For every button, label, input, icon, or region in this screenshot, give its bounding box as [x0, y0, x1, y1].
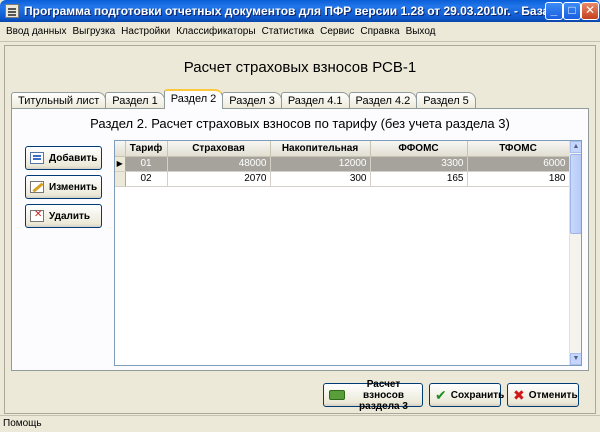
column-header-strakhovaya[interactable]: Страховая	[167, 141, 271, 157]
add-icon	[30, 152, 44, 164]
column-header-tfoms[interactable]: ТФОМС	[467, 141, 570, 157]
cell-nakopitelnaya[interactable]: 12000	[270, 156, 371, 172]
cell-tfoms[interactable]: 180	[467, 171, 570, 187]
calc-section-3-button[interactable]: Расчет взносов раздела 3	[323, 379, 423, 412]
add-button[interactable]: Добавить	[25, 146, 102, 170]
cell-tariff[interactable]: 01	[125, 156, 168, 172]
window-title: Программа подготовки отчетных документов…	[24, 4, 573, 18]
scrollbar-thumb[interactable]	[570, 154, 581, 234]
edit-button[interactable]: Изменить	[25, 175, 102, 199]
tab-section-4-2[interactable]: Раздел 4.2	[348, 92, 418, 109]
tab-section-4-1[interactable]: Раздел 4.1	[280, 92, 350, 109]
tab-panel-section-2: Раздел 2. Расчет страховых взносов по та…	[11, 108, 589, 371]
tab-section-5[interactable]: Раздел 5	[416, 92, 476, 109]
checkmark-icon: ✔	[435, 387, 447, 403]
save-button-label: Сохранить	[450, 389, 505, 401]
save-button[interactable]: ✔ Сохранить	[429, 383, 504, 407]
cell-tfoms[interactable]: 6000	[467, 156, 570, 172]
column-header-tariff[interactable]: Тариф	[125, 141, 168, 157]
column-header-nakopitelnaya[interactable]: Накопительная	[270, 141, 371, 157]
table-row[interactable]: ▶ 01 48000 12000 3300 6000	[115, 156, 570, 172]
table-header-row: Тариф Страховая Накопительная ФФОМС ТФОМ…	[115, 141, 570, 157]
delete-button[interactable]: Удалить	[25, 204, 102, 228]
calc-button-line1: Расчет взносов	[363, 378, 404, 401]
scroll-down-icon[interactable]: ▼	[570, 353, 581, 365]
section-title: Раздел 2. Расчет страховых взносов по та…	[90, 116, 510, 131]
tab-title-sheet[interactable]: Титульный лист	[11, 92, 107, 109]
vertical-scrollbar[interactable]: ▲ ▼	[569, 141, 581, 365]
cell-ffoms[interactable]: 165	[370, 171, 468, 187]
menu-item-export[interactable]: Выгрузка	[69, 26, 118, 37]
menu-item-help[interactable]: Справка	[357, 26, 402, 37]
app-icon[interactable]	[5, 4, 19, 18]
table-row[interactable]: 02 2070 300 165 180	[115, 171, 570, 187]
row-indicator	[115, 171, 126, 187]
delete-button-label: Удалить	[49, 210, 91, 222]
tab-section-1[interactable]: Раздел 1	[105, 92, 165, 109]
status-bar: Помощь	[0, 415, 600, 432]
menu-item-classifiers[interactable]: Классификаторы	[173, 26, 258, 37]
cancel-icon: ✖	[513, 387, 525, 403]
tariff-table: Тариф Страховая Накопительная ФФОМС ТФОМ…	[115, 141, 570, 187]
tab-strip: Титульный лист Раздел 1 Раздел 2 Раздел …	[11, 89, 476, 109]
page-title: Расчет страховых взносов РСВ-1	[183, 59, 417, 76]
menu-item-settings[interactable]: Настройки	[118, 26, 173, 37]
add-button-label: Добавить	[49, 152, 98, 164]
scroll-up-icon[interactable]: ▲	[570, 141, 581, 153]
data-grid[interactable]: Тариф Страховая Накопительная ФФОМС ТФОМ…	[114, 140, 582, 366]
row-indicator-arrow: ▶	[115, 156, 126, 172]
edit-button-label: Изменить	[49, 181, 98, 193]
edit-icon	[30, 181, 44, 193]
money-icon	[329, 390, 345, 400]
menu-bar: Ввод данных Выгрузка Настройки Классифик…	[0, 22, 600, 42]
close-button[interactable]: ✕	[581, 2, 599, 20]
cell-nakopitelnaya[interactable]: 300	[270, 171, 371, 187]
calc-button-line2: раздела 3	[359, 400, 408, 412]
menu-item-service[interactable]: Сервис	[317, 26, 357, 37]
menu-item-statistics[interactable]: Статистика	[259, 26, 318, 37]
column-header-ffoms[interactable]: ФФОМС	[370, 141, 468, 157]
cancel-button-label: Отменить	[528, 389, 578, 401]
menu-item-input[interactable]: Ввод данных	[3, 26, 69, 37]
main-panel: Расчет страховых взносов РСВ-1 Титульный…	[4, 45, 596, 414]
tab-section-2[interactable]: Раздел 2	[163, 89, 224, 109]
row-indicator-header	[115, 141, 126, 157]
maximize-button[interactable]: □	[563, 2, 581, 20]
cancel-button[interactable]: ✖ Отменить	[507, 383, 579, 407]
status-text: Помощь	[3, 418, 42, 429]
delete-icon	[30, 209, 44, 222]
tab-section-3[interactable]: Раздел 3	[222, 92, 282, 109]
cell-ffoms[interactable]: 3300	[370, 156, 468, 172]
title-bar: Программа подготовки отчетных документов…	[0, 0, 600, 22]
cell-strakhovaya[interactable]: 48000	[167, 156, 271, 172]
cell-tariff[interactable]: 02	[125, 171, 168, 187]
cell-strakhovaya[interactable]: 2070	[167, 171, 271, 187]
menu-item-exit[interactable]: Выход	[403, 26, 439, 37]
minimize-button[interactable]: _	[545, 2, 563, 20]
